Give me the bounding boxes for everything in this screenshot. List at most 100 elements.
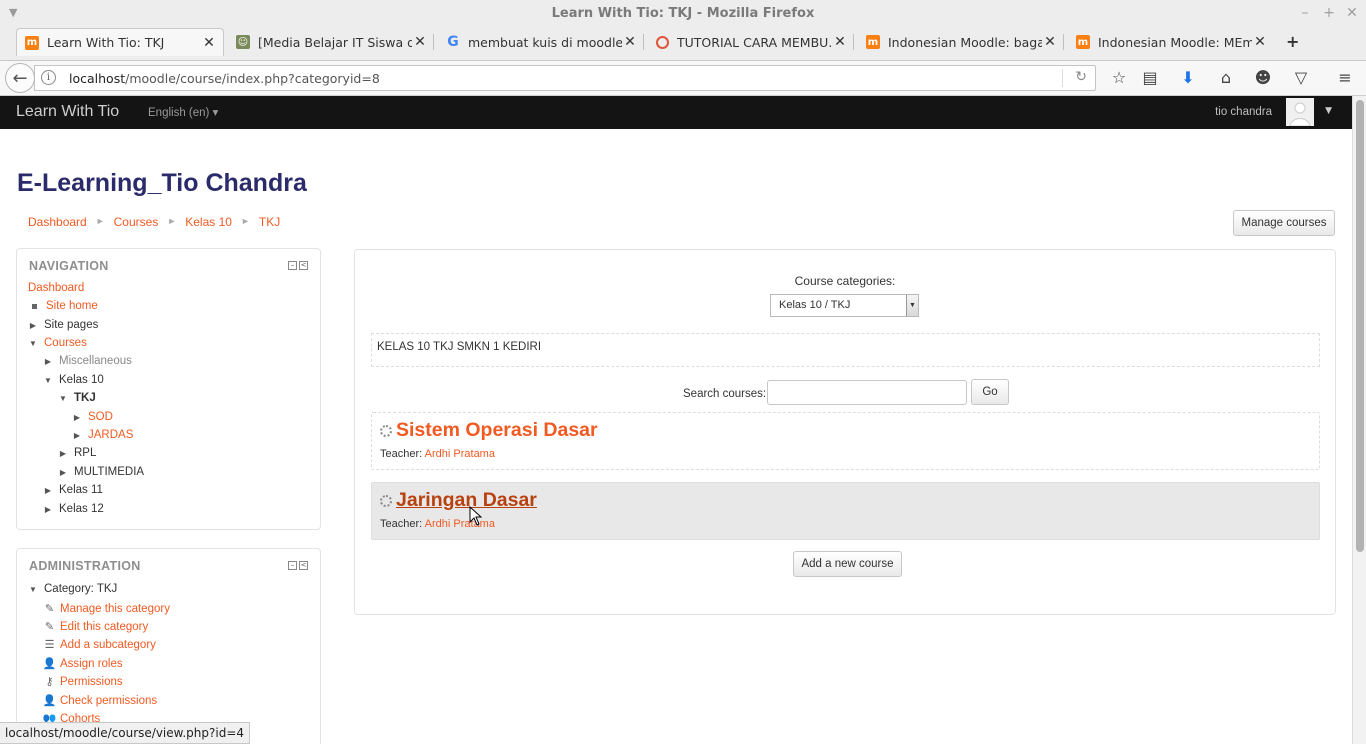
- nav-sod[interactable]: ▶ SOD: [72, 411, 113, 423]
- nav-kelas-10[interactable]: ▼ Kelas 10: [43, 374, 104, 386]
- course-category-select[interactable]: Kelas 10 / TKJ ▼: [770, 294, 919, 317]
- reload-icon[interactable]: ↻: [1075, 69, 1087, 85]
- expand-icon: ▶: [44, 485, 52, 495]
- add-new-course-button[interactable]: Add a new course: [793, 551, 902, 577]
- nav-dashboard[interactable]: Dashboard: [28, 282, 84, 294]
- page-title: E-Learning_Tio Chandra: [17, 169, 307, 197]
- admin-check-permissions[interactable]: 👤 Check permissions: [42, 694, 158, 708]
- moodle-icon: m: [866, 35, 880, 49]
- close-tab-icon[interactable]: ✕: [832, 34, 848, 50]
- close-tab-icon[interactable]: ✕: [622, 34, 638, 50]
- moodle-navbar: Learn With Tio English (en) ▾ tio chandr…: [0, 96, 1352, 129]
- expand-icon: ▶: [73, 430, 81, 440]
- nav-site-home[interactable]: Site home: [28, 300, 98, 312]
- search-courses-label: Search courses:: [683, 388, 767, 400]
- breadcrumb-tkj[interactable]: TKJ: [259, 215, 280, 229]
- administration-title: ADMINISTRATION: [29, 559, 141, 573]
- page-scrollbar[interactable]: [1352, 96, 1366, 744]
- tab[interactable]: ☺ [Media Belajar IT Siswa d... ✕: [228, 28, 434, 56]
- admin-edit-category[interactable]: ✎ Edit this category: [43, 620, 148, 634]
- admin-add-subcategory[interactable]: ☰ Add a subcategory: [43, 638, 156, 652]
- user-menu-caret-icon[interactable]: ▼: [1325, 106, 1332, 116]
- url-text[interactable]: localhost/moodle/course/index.php?catego…: [69, 71, 380, 86]
- search-courses-input[interactable]: [767, 380, 967, 405]
- nav-jardas[interactable]: ▶ JARDAS: [72, 429, 133, 441]
- tab[interactable]: G membuat kuis di moodle ... ✕: [438, 28, 644, 56]
- admin-permissions[interactable]: ⚷ Permissions: [43, 675, 122, 689]
- tab[interactable]: TUTORIAL CARA MEMBU... ✕: [648, 28, 854, 56]
- navigation-block: NAVIGATION – < Dashboard Site home ▶ Site …: [16, 248, 321, 530]
- nav-kelas-12[interactable]: ▶ Kelas 12: [43, 503, 104, 515]
- pocket-icon[interactable]: ▽: [1290, 67, 1312, 89]
- breadcrumb-dashboard[interactable]: Dashboard: [28, 215, 87, 229]
- breadcrumb-kelas-10[interactable]: Kelas 10: [185, 215, 232, 229]
- teacher-link[interactable]: Ardhi Pratama: [425, 448, 495, 460]
- user-check-icon: 👤: [42, 695, 57, 707]
- collapse-icon: ▼: [29, 584, 37, 594]
- teacher-link[interactable]: Ardhi Pratama: [425, 518, 495, 530]
- course-title-link[interactable]: Sistem Operasi Dasar: [396, 419, 598, 442]
- bookmark-star-icon[interactable]: ☆: [1108, 67, 1130, 89]
- back-button[interactable]: ←: [5, 63, 35, 93]
- back-arrow-icon: ←: [12, 67, 28, 89]
- collapse-block-icon[interactable]: –: [288, 561, 297, 570]
- media-icon: ☺: [236, 35, 250, 49]
- new-tab-icon[interactable]: +: [1286, 32, 1299, 51]
- nav-courses[interactable]: ▼ Courses: [28, 337, 87, 349]
- tab[interactable]: m Learn With Tio: TKJ ✕: [16, 28, 224, 56]
- tab-label: Indonesian Moodle: MEm...: [1098, 34, 1252, 50]
- tab-label: Learn With Tio: TKJ: [47, 35, 165, 50]
- tab[interactable]: m Indonesian Moodle: MEm... ✕: [1068, 28, 1274, 56]
- status-bar: localhost/moodle/course/view.php?id=4: [0, 722, 251, 744]
- tab-label: Indonesian Moodle: baga...: [888, 34, 1042, 50]
- nav-tkj[interactable]: ▼ TKJ: [58, 392, 96, 404]
- close-tab-icon[interactable]: ✕: [1042, 34, 1058, 50]
- bookmarks-list-icon[interactable]: ▤: [1139, 67, 1161, 89]
- course-teacher: Teacher: Ardhi Pratama: [380, 448, 495, 460]
- pencil-icon: ✎: [44, 621, 55, 633]
- close-tab-icon[interactable]: ✕: [412, 34, 428, 50]
- expand-icon: ▶: [44, 504, 52, 514]
- course-item: Jaringan Dasar Teacher: Ardhi Pratama: [371, 482, 1320, 540]
- manage-courses-button[interactable]: Manage courses: [1233, 210, 1335, 236]
- menu-icon[interactable]: ≡: [1334, 67, 1356, 89]
- minimize-icon[interactable]: –: [1296, 4, 1314, 22]
- nav-rpl[interactable]: ▶ RPL: [58, 447, 96, 459]
- tab-bar: m Learn With Tio: TKJ ✕ ☺ [Media Belajar…: [0, 28, 1366, 60]
- download-icon[interactable]: ⬇: [1177, 67, 1199, 89]
- close-tab-icon[interactable]: ✕: [201, 35, 217, 51]
- nav-kelas-11[interactable]: ▶ Kelas 11: [43, 484, 103, 496]
- go-button[interactable]: Go: [971, 379, 1009, 405]
- admin-manage-category[interactable]: ✎ Manage this category: [43, 602, 170, 616]
- site-brand[interactable]: Learn With Tio: [16, 103, 119, 121]
- chat-icon[interactable]: ☻: [1252, 67, 1274, 89]
- language-menu[interactable]: English (en) ▾: [148, 105, 218, 119]
- dock-block-icon[interactable]: <: [299, 261, 308, 270]
- admin-category[interactable]: ▼ Category: TKJ: [28, 583, 117, 595]
- url-bar[interactable]: i localhost/moodle/course/index.php?cate…: [34, 65, 1096, 91]
- dock-block-icon[interactable]: <: [299, 561, 308, 570]
- scrollbar-thumb[interactable]: [1356, 100, 1364, 552]
- nav-miscellaneous[interactable]: ▶ Miscellaneous: [43, 355, 132, 367]
- home-icon[interactable]: ⌂: [1215, 67, 1237, 89]
- course-title-link[interactable]: Jaringan Dasar: [396, 489, 537, 512]
- window-titlebar: ▼ Learn With Tio: TKJ - Mozilla Firefox …: [0, 0, 1366, 28]
- tab[interactable]: m Indonesian Moodle: baga... ✕: [858, 28, 1064, 56]
- nav-site-pages[interactable]: ▶ Site pages: [28, 319, 98, 331]
- avatar[interactable]: [1286, 98, 1314, 126]
- close-window-icon[interactable]: ✕: [1343, 4, 1361, 22]
- maximize-icon[interactable]: +: [1320, 4, 1338, 22]
- tab-label: TUTORIAL CARA MEMBU...: [677, 34, 832, 50]
- breadcrumb-courses[interactable]: Courses: [114, 215, 159, 229]
- admin-assign-roles[interactable]: 👤 Assign roles: [43, 657, 123, 671]
- user-name[interactable]: tio chandra: [1215, 106, 1272, 118]
- collapse-block-icon[interactable]: –: [288, 261, 297, 270]
- window-title: Learn With Tio: TKJ - Mozilla Firefox: [551, 6, 815, 21]
- administration-block: ADMINISTRATION – < ▼ Category: TKJ ✎ Manage…: [16, 548, 321, 744]
- site-info-icon[interactable]: i: [41, 70, 56, 85]
- breadcrumb: Dashboard ► Courses ► Kelas 10 ► TKJ: [28, 215, 281, 229]
- close-tab-icon[interactable]: ✕: [1252, 34, 1268, 50]
- expand-icon: ▶: [59, 467, 67, 477]
- collapse-icon: ▼: [44, 375, 52, 385]
- nav-multimedia[interactable]: ▶ MULTIMEDIA: [58, 466, 144, 478]
